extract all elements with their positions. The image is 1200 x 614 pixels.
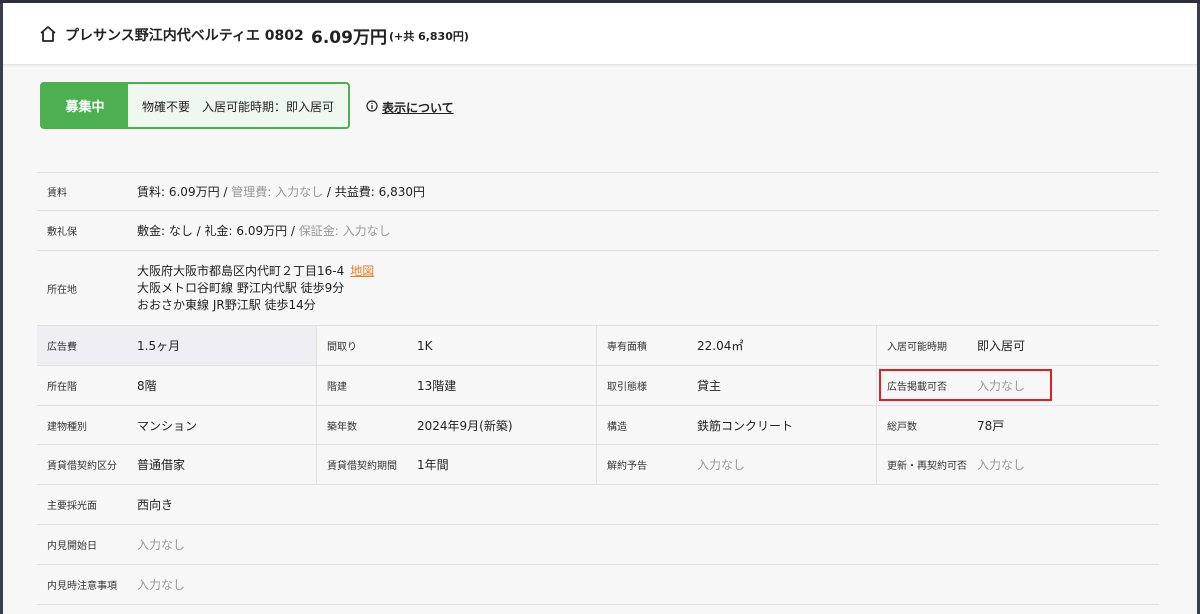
stories-label: 階建 [327,382,347,393]
table-row-grid: 建物種別 マンション 築年数 2024年9月(新築) 構造 鉄筋コンクリート 総… [37,406,1159,445]
contract-period-value: 1年間 [417,445,597,484]
status-badge: 募集中 [42,84,128,127]
address-value: 大阪府大阪市都島区内代町２丁目16-4 地図 大阪メトロ谷町線 野江内代駅 徒歩9… [137,251,1159,325]
home-icon[interactable] [39,25,57,43]
station-access-1: 大阪メトロ谷町線 野江内代駅 徒歩9分 [137,280,345,295]
page-header: プレサンス野江内代ベルティエ 0802 6.09万円 (+共 6,830円) [3,3,1197,65]
structure-value: 鉄筋コンクリート [697,406,877,444]
highlight-box [879,369,1052,401]
address-text: 大阪府大阪市都島区内代町２丁目16-4 [137,263,345,278]
table-row-viewing-start: 内見開始日 入力なし [37,525,1159,565]
ad-fee-value: 1.5ヶ月 [137,326,317,365]
move-in-label: 入居可能時期 [887,342,947,353]
separator: / [323,184,335,199]
total-units-value: 78戸 [977,418,1005,433]
contract-period-label: 賃貸借契約期間 [327,461,397,472]
transaction-type-value: 貸主 [697,366,877,405]
stories-value: 13階建 [417,366,597,405]
transaction-type-label: 取引態様 [607,382,647,393]
status-box: 募集中 物確不要 入居可能時期：即入居可 [40,82,350,129]
renewal-value: 入力なし [977,458,1026,472]
area-label: 専有面積 [607,342,647,353]
status-text: 物確不要 入居可能時期：即入居可 [142,100,335,114]
table-row-lighting: 主要採光面 西向き [37,485,1159,525]
total-units-label: 総戸数 [887,421,917,433]
table-row-grid: 賃貸借契約区分 普通借家 賃貸借契約期間 1年間 解約予告 入力なし 更新・再契… [37,445,1159,485]
viewing-notes-value: 入力なし [137,578,186,592]
rent-amount: 賃料: 6.09万円 [137,185,220,199]
separator: / [287,223,299,238]
table-row-rent: 賃料 賃料: 6.09万円 / 管理費: 入力なし / 共益費: 6,830円 [37,173,1159,211]
floor-value: 8階 [137,366,317,405]
common-fee-detail: 共益費: 6,830円 [334,185,425,199]
structure-label: 構造 [607,421,627,433]
info-icon[interactable] [366,100,378,112]
lighting-value: 西向き [137,498,174,512]
floor-label: 所在階 [47,382,77,393]
table-row-grid: 広告費 1.5ヶ月 間取り 1K 専有面積 22.04㎡ 入居可能時期 即入居可 [37,326,1159,366]
display-info-link[interactable]: 表示について [382,99,454,116]
viewing-start-value: 入力なし [137,538,186,552]
property-price: 6.09万円 [311,28,387,48]
rent-value: 賃料: 6.09万円 / 管理費: 入力なし / 共益費: 6,830円 [137,173,1159,210]
common-fee: (+共 6,830円) [389,30,469,43]
deposit-label: 敷礼保 [47,227,77,238]
table-row-viewing-notes: 内見時注意事項 入力なし [37,565,1159,605]
reikin: 礼金: 6.09万円 [204,224,288,238]
move-in-value: 即入居可 [977,339,1026,353]
property-detail-window: プレサンス野江内代ベルティエ 0802 6.09万円 (+共 6,830円) 募… [3,3,1197,614]
viewing-start-label: 内見開始日 [47,541,97,552]
layout-value: 1K [417,326,597,365]
building-age-value: 2024年9月(新築) [417,406,597,444]
building-age-label: 築年数 [327,421,357,433]
deposit-value: 敷金: なし / 礼金: 6.09万円 / 保証金: 入力なし [137,211,1159,250]
table-row-deposit: 敷礼保 敷金: なし / 礼金: 6.09万円 / 保証金: 入力なし [37,211,1159,251]
property-title: プレサンス野江内代ベルティエ 0802 [65,28,304,44]
station-access-2: おおさか東線 JR野江駅 徒歩14分 [137,297,316,312]
cancellation-notice-label: 解約予告 [607,461,647,472]
contract-type-label: 賃貸借契約区分 [47,461,117,472]
contract-type-value: 普通借家 [137,445,317,484]
building-type-value: マンション [137,406,317,444]
building-type-label: 建物種別 [47,421,87,433]
area-value: 22.04㎡ [697,326,877,365]
lighting-label: 主要採光面 [47,501,97,512]
table-row-address: 所在地 大阪府大阪市都島区内代町２丁目16-4 地図 大阪メトロ谷町線 野江内代駅… [37,251,1159,326]
ad-fee-label: 広告費 [37,326,137,365]
map-link[interactable]: 地図 [350,264,374,278]
viewing-notes-label: 内見時注意事項 [47,581,117,592]
separator: / [192,223,205,238]
management-fee: 管理費: 入力なし [231,185,324,199]
address-label: 所在地 [47,284,77,296]
hoshokin: 保証金: 入力なし [298,224,391,238]
renewal-label: 更新・再契約可否 [887,461,967,472]
separator: / [219,184,232,199]
cancellation-notice-value: 入力なし [697,445,877,484]
layout-label: 間取り [327,342,357,353]
rent-label: 賃料 [47,188,67,199]
shikikin: 敷金: なし [137,224,193,238]
